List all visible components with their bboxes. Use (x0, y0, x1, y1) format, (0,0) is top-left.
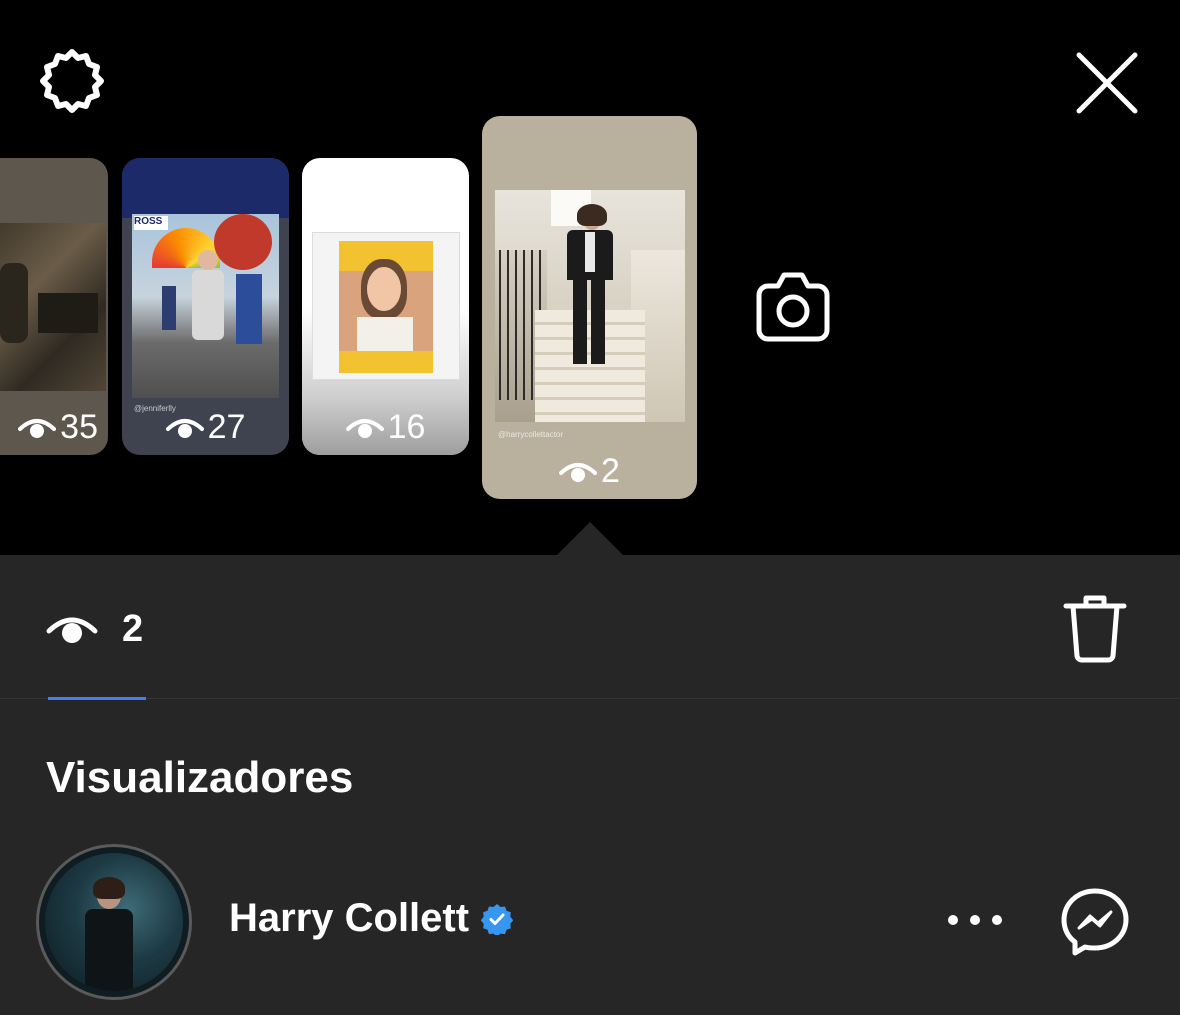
story-card[interactable]: ROSS @jenniferlly 27 (122, 158, 289, 455)
message-button[interactable] (1059, 886, 1131, 958)
story-view-count: 27 (122, 408, 289, 447)
story-thumbnail (495, 190, 685, 422)
camera-icon (756, 272, 830, 342)
dot-icon (992, 915, 1002, 925)
stories-tray: 35 ROSS @jenniferlly 27 16 @harrycollett… (0, 0, 1180, 555)
dot-icon (948, 915, 958, 925)
delete-story-button[interactable] (1062, 592, 1128, 664)
viewer-toolbar: 2 (0, 555, 1180, 700)
eye-icon (18, 418, 57, 438)
story-card[interactable]: 16 (302, 158, 469, 455)
add-story-button[interactable] (752, 268, 834, 346)
viewers-panel: 2 Visualizadores Harry Collett (0, 555, 1180, 1015)
story-view-count: 2 (482, 452, 697, 491)
selected-story-pointer (556, 522, 624, 556)
messenger-icon (1061, 888, 1129, 956)
trash-icon (1063, 595, 1127, 663)
eye-icon (46, 617, 98, 643)
story-view-count: 35 (0, 408, 108, 447)
viewer-name[interactable]: Harry Collett (229, 896, 514, 941)
dot-icon (970, 915, 980, 925)
gear-icon (40, 49, 104, 113)
story-card-selected[interactable]: @harrycollettactor 2 (482, 116, 697, 499)
avatar[interactable] (36, 844, 192, 1000)
close-icon (1076, 52, 1138, 114)
settings-button[interactable] (36, 48, 108, 120)
tab-active-indicator (48, 697, 146, 700)
story-handle: @harrycollettactor (498, 430, 564, 439)
viewer-count-tab[interactable]: 2 (46, 607, 143, 651)
story-view-count: 16 (302, 408, 469, 447)
eye-icon (345, 418, 384, 438)
close-button[interactable] (1070, 46, 1144, 120)
story-thumbnail (0, 223, 106, 391)
story-thumbnail (312, 232, 460, 380)
verified-badge-icon (481, 903, 514, 935)
viewers-section-title: Visualizadores (46, 753, 354, 802)
story-thumbnail: ROSS (132, 214, 279, 398)
viewer-row[interactable]: Harry Collett (0, 840, 1180, 1000)
story-card[interactable]: 35 (0, 158, 108, 455)
more-options-button[interactable] (948, 903, 1002, 937)
eye-icon (559, 462, 598, 482)
view-count: 2 (122, 607, 144, 650)
eye-icon (165, 418, 204, 438)
